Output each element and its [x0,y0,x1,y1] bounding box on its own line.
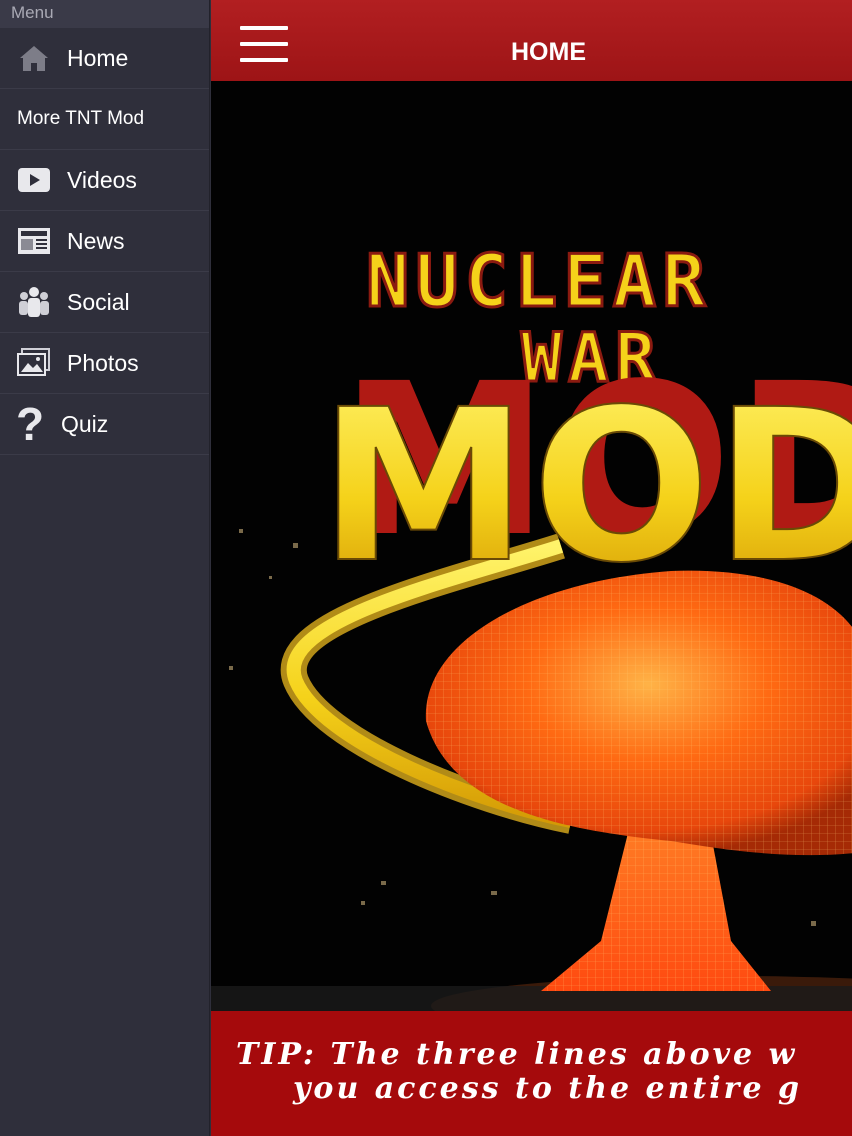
newspaper-icon [17,224,51,258]
sidebar-section-more-tnt-mod: More TNT Mod [0,89,209,150]
sidebar-item-social[interactable]: Social [0,272,209,333]
hero-title-line1: NUCLEAR [366,239,711,323]
sidebar-item-label: Quiz [61,410,109,437]
hamburger-menu-icon[interactable] [240,26,288,66]
sidebar-menu: Menu Home More TNT Mod Videos News Socia… [0,0,210,1136]
sidebar-item-photos[interactable]: Photos [0,333,209,394]
sidebar-item-news[interactable]: News [0,211,209,272]
people-icon [17,285,51,319]
sidebar-item-label: Social [67,288,130,315]
sidebar-item-label: Videos [67,166,137,193]
hero-banner-image: NUCLEAR WAR MOD MOD [211,81,852,1036]
sidebar-item-quiz[interactable]: ? Quiz [0,394,209,455]
tip-banner: TIP: The three lines above w you access … [211,1011,852,1136]
sidebar-item-home[interactable]: Home [0,28,209,89]
top-navigation-bar: HOME [211,0,852,82]
question-icon: ? [15,398,45,450]
sidebar-header: Menu [0,0,209,28]
sidebar-item-label: Home [67,44,129,71]
sidebar-item-videos[interactable]: Videos [0,150,209,211]
photos-icon [17,346,51,380]
tip-text-line2: you access to the entire g [293,1071,802,1106]
app-screen: Menu Home More TNT Mod Videos News Socia… [0,0,852,1136]
main-content: HOME NUCLEAR WAR MOD MOD TIP: The three … [211,0,852,1136]
sidebar-item-label: News [67,227,125,254]
sidebar-item-label: Photos [67,349,139,376]
play-icon [17,163,51,197]
nuclear-war-mod-artwork: NUCLEAR WAR MOD MOD [211,238,852,1036]
home-icon [17,41,51,75]
tip-text-line1: TIP: The three lines above w [236,1037,798,1072]
page-title: HOME [511,38,586,66]
hero-title-line3: MOD [319,364,852,609]
